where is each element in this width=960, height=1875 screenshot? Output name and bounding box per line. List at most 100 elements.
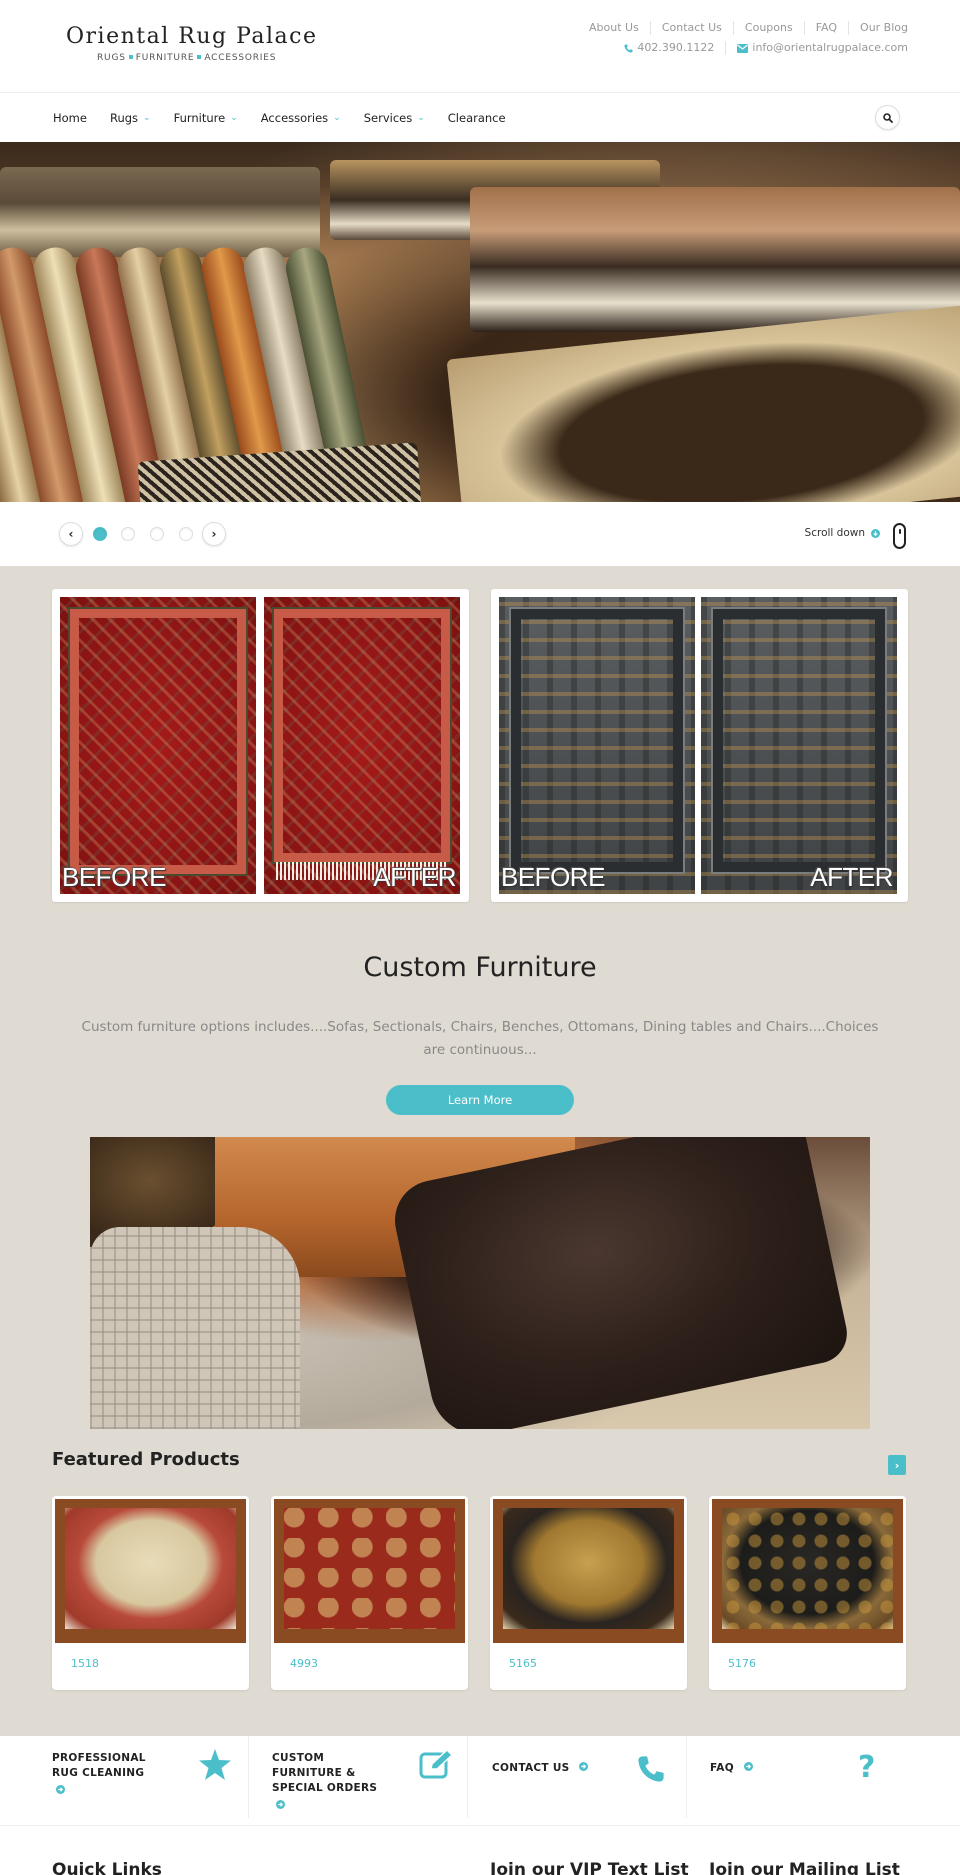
- slider-next-button[interactable]: ›: [202, 522, 226, 546]
- arrow-right-circle-icon[interactable]: [276, 1799, 285, 1814]
- scroll-down-label: Scroll down: [804, 527, 865, 539]
- star-icon: [199, 1749, 231, 1780]
- slider-dot-1[interactable]: [93, 527, 107, 541]
- featured-products-title: Featured Products: [52, 1449, 240, 1470]
- nav-rugs[interactable]: Rugs ⌄: [110, 111, 151, 125]
- search-icon: [882, 112, 893, 123]
- nav-rugs-label: Rugs: [109, 111, 139, 125]
- slider-dot-2[interactable]: [121, 527, 135, 541]
- chevron-down-icon: ⌄: [143, 113, 151, 123]
- rug-stack: [470, 187, 960, 332]
- before-image: BEFORE: [499, 597, 695, 894]
- product-card[interactable]: 1518: [52, 1496, 249, 1690]
- main-nav: Home Rugs ⌄ Furniture ⌄ Accessories ⌄ Servi…: [0, 94, 960, 142]
- slider-dot-4[interactable]: [179, 527, 193, 541]
- nav-furniture[interactable]: Furniture ⌄: [174, 111, 238, 125]
- logo[interactable]: Oriental Rug Palace RUGS FURNITURE ACCESSO…: [66, 24, 318, 63]
- product-card[interactable]: 5165: [490, 1496, 687, 1690]
- service-contact-us[interactable]: CONTACT US: [467, 1736, 686, 1818]
- chevron-right-icon: ›: [211, 527, 217, 541]
- slider-dot-3[interactable]: [150, 527, 164, 541]
- product-code[interactable]: 4993: [290, 1657, 318, 1670]
- top-link-about-us[interactable]: About Us: [578, 21, 650, 35]
- vip-text-list-title: Join our VIP Text List: [490, 1860, 689, 1875]
- product-image: [493, 1499, 684, 1643]
- service-custom-furniture[interactable]: CUSTOM FURNITURE & SPECIAL ORDERS: [248, 1736, 467, 1818]
- nav-furniture-label: Furniture: [173, 111, 226, 125]
- custom-furniture-title: Custom Furniture: [363, 952, 597, 983]
- product-code[interactable]: 5176: [728, 1657, 756, 1670]
- service-rug-cleaning[interactable]: PROFESSIONAL RUG CLEANING: [0, 1736, 248, 1818]
- nav-clearance-label: Clearance: [447, 111, 506, 125]
- before-after-card-grey[interactable]: BEFORE AFTER: [491, 589, 908, 902]
- phone-icon: [624, 43, 633, 53]
- mouse-scroll-icon: [893, 523, 906, 549]
- custom-furniture-description: Custom furniture options includes....Sof…: [81, 1019, 879, 1058]
- arrow-down-circle-icon: [871, 528, 880, 538]
- chevron-right-icon: ›: [894, 1458, 900, 1472]
- top-link-faq[interactable]: FAQ: [803, 21, 848, 35]
- chevron-down-icon: ⌄: [417, 113, 425, 123]
- services-bar: PROFESSIONAL RUG CLEANING CUSTOM FURNITU…: [0, 1736, 960, 1826]
- nav-home[interactable]: Home: [53, 111, 87, 125]
- service-label: CONTACT US: [492, 1761, 589, 1776]
- before-after-card-red[interactable]: BEFORE AFTER: [52, 589, 469, 902]
- nav-home-label: Home: [53, 111, 87, 125]
- edit-icon: [419, 1749, 454, 1779]
- tagline-furniture: FURNITURE: [135, 53, 195, 63]
- logo-tagline: RUGS FURNITURE ACCESSORIES: [97, 53, 306, 63]
- product-image: [55, 1499, 246, 1643]
- slider-prev-button[interactable]: ‹: [59, 522, 83, 546]
- scroll-down-link[interactable]: Scroll down: [805, 527, 880, 539]
- service-label: PROFESSIONAL RUG CLEANING: [52, 1751, 146, 1799]
- product-code[interactable]: 5165: [509, 1657, 537, 1670]
- top-link-coupons[interactable]: Coupons: [732, 21, 804, 35]
- tagline-accessories: ACCESSORIES: [204, 53, 277, 63]
- product-code[interactable]: 1518: [71, 1657, 99, 1670]
- top-link-contact-us[interactable]: Contact Us: [649, 21, 733, 35]
- after-label: AFTER: [810, 862, 893, 892]
- top-links: About Us Contact Us Coupons FAQ Our Blog: [578, 21, 908, 35]
- nav-services[interactable]: Services ⌄: [364, 111, 425, 125]
- nav-services-label: Services: [363, 111, 413, 125]
- after-image: AFTER: [701, 597, 897, 894]
- arrow-right-circle-icon[interactable]: [579, 1761, 589, 1776]
- arrow-right-circle-icon[interactable]: [743, 1761, 753, 1776]
- after-label: AFTER: [373, 862, 456, 892]
- rug-stack: [0, 167, 320, 257]
- before-label: BEFORE: [501, 862, 605, 892]
- tufted-ottoman: [387, 1137, 853, 1429]
- nav-accessories-label: Accessories: [260, 111, 329, 125]
- after-image: AFTER: [264, 597, 460, 894]
- email-address: info@orientalrugpalace.com: [752, 41, 908, 54]
- email-contact[interactable]: info@orientalrugpalace.com: [725, 41, 908, 55]
- phone-contact[interactable]: 402.390.1122: [613, 41, 725, 55]
- product-image: [712, 1499, 903, 1643]
- product-card[interactable]: 4993: [271, 1496, 468, 1690]
- featured-next-button[interactable]: ›: [888, 1455, 906, 1475]
- service-label-text: CUSTOM FURNITURE & SPECIAL ORDERS: [272, 1752, 378, 1794]
- learn-more-button[interactable]: Learn More: [386, 1085, 574, 1115]
- nav-clearance[interactable]: Clearance: [448, 111, 506, 125]
- service-label: FAQ: [710, 1761, 753, 1776]
- chevron-left-icon: ‹: [68, 527, 74, 541]
- nav-accessories[interactable]: Accessories ⌄: [261, 111, 341, 125]
- top-link-our-blog[interactable]: Our Blog: [848, 21, 908, 35]
- chevron-down-icon: ⌄: [333, 113, 341, 123]
- service-label-text: PROFESSIONAL RUG CLEANING: [52, 1752, 146, 1779]
- arrow-right-circle-icon[interactable]: [56, 1784, 65, 1799]
- plaid-armchair: [90, 1227, 300, 1429]
- product-card[interactable]: 5176: [709, 1496, 906, 1690]
- rug-flat: [446, 305, 960, 502]
- phone-icon: [638, 1756, 664, 1782]
- logo-title: Oriental Rug Palace: [66, 24, 318, 49]
- service-label-text: FAQ: [710, 1762, 734, 1774]
- search-button[interactable]: [875, 105, 900, 130]
- service-faq[interactable]: FAQ ?: [686, 1736, 960, 1818]
- before-label: BEFORE: [62, 862, 166, 892]
- contact-row: 402.390.1122 info@orientalrugpalace.com: [613, 41, 908, 55]
- hero-slide-image: [0, 142, 960, 502]
- phone-number: 402.390.1122: [637, 41, 715, 54]
- product-image: [274, 1499, 465, 1643]
- service-label-text: CONTACT US: [492, 1762, 570, 1774]
